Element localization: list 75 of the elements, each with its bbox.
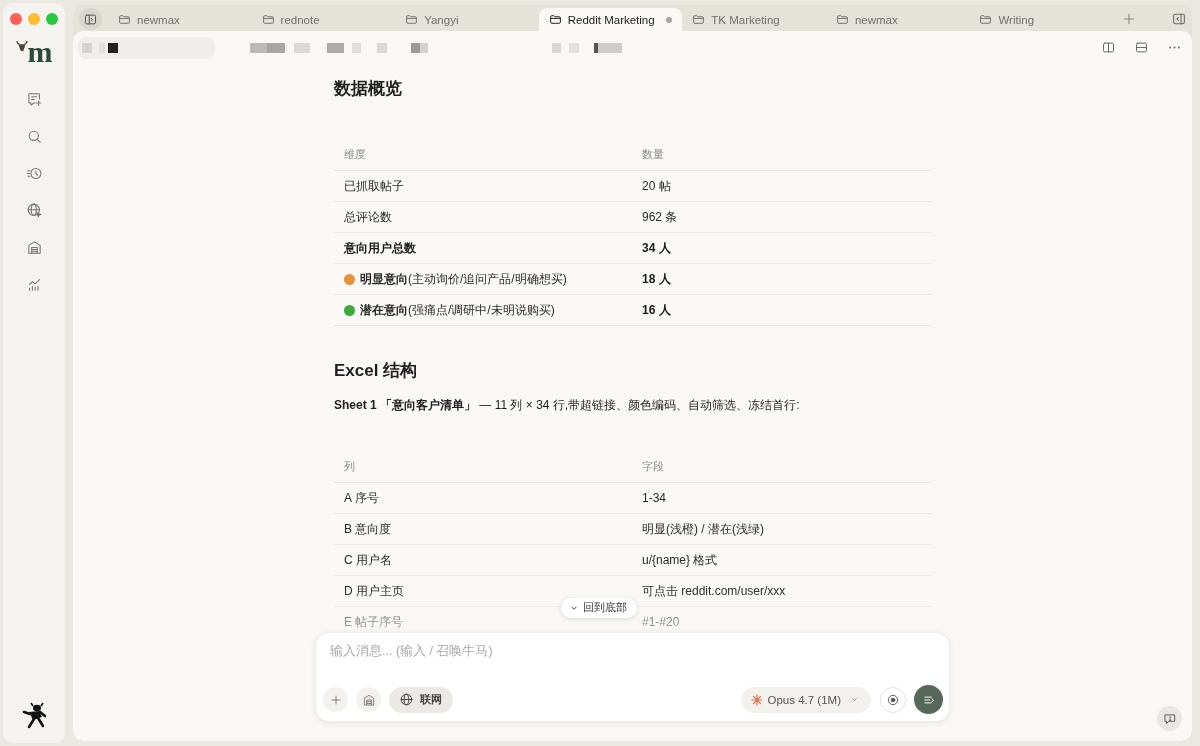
breadcrumb-pill[interactable] <box>78 36 215 59</box>
plus-icon <box>328 692 343 707</box>
globe-icon[interactable] <box>25 202 43 219</box>
warehouse-icon[interactable] <box>25 239 43 256</box>
folder-icon <box>548 13 562 26</box>
clock-icon[interactable] <box>25 165 43 182</box>
chat-plus-icon[interactable] <box>25 91 43 108</box>
folder-icon <box>405 13 419 26</box>
bull-head-icon <box>15 41 28 51</box>
tab[interactable]: newmax <box>108 8 252 31</box>
caret-icon <box>850 695 859 704</box>
column-header: 数量 <box>642 148 664 162</box>
table-cell: 962 条 <box>642 208 678 226</box>
tab[interactable]: Writing <box>969 8 1114 31</box>
record-button[interactable] <box>880 686 906 713</box>
message-input[interactable]: 输入消息... (输入 / 召唤牛马) <box>323 633 943 673</box>
send-button[interactable] <box>914 685 943 714</box>
folder-icon <box>118 13 131 26</box>
sparkle-icon <box>750 693 763 706</box>
warehouse-icon <box>361 692 376 707</box>
table-cell: 意向用户总数 <box>344 239 416 257</box>
running-mascot-icon[interactable] <box>20 702 48 730</box>
sidebar-toggle-button[interactable] <box>79 8 102 30</box>
table-cell: u/{name} 格式 <box>642 551 718 569</box>
folder-icon <box>979 13 993 26</box>
section-heading: 数据概览 <box>334 79 403 99</box>
tab[interactable]: rednote <box>251 8 396 31</box>
section-heading: Excel 结构 <box>334 361 419 381</box>
split-columns-icon[interactable] <box>1101 40 1116 55</box>
table-cell: 可点击 reddit.com/user/xxx <box>642 582 786 600</box>
table-cell: 16 人 <box>642 301 671 319</box>
folder-icon <box>835 13 849 26</box>
table-cell: #1-#20 <box>642 615 680 629</box>
zoom-window-icon[interactable] <box>46 13 58 25</box>
table-cell: 34 人 <box>642 239 671 257</box>
column-header: 字段 <box>642 460 664 474</box>
close-window-icon[interactable] <box>10 13 22 25</box>
library-button[interactable] <box>356 687 381 712</box>
table-cell: 明显(浅橙) / 潜在(浅绿) <box>642 520 764 538</box>
tab[interactable]: Reddit Marketing <box>538 8 683 31</box>
column-header: 维度 <box>344 148 366 162</box>
pixelated-redaction-drawing <box>552 42 622 53</box>
table-cell: 总评论数 <box>344 208 392 226</box>
split-rows-icon[interactable] <box>1134 40 1149 55</box>
sheet-description: Sheet 1 「意向客户清单」 — 11 列 × 34 行,带超链接、颜色编码、自动筛选、冻结首行: <box>334 398 800 412</box>
sidebar-toggle-icon <box>83 11 98 27</box>
folder-icon <box>261 13 275 26</box>
column-header: 列 <box>344 460 355 474</box>
table-cell: E 帖子序号 <box>344 613 404 631</box>
feedback-button[interactable] <box>1157 706 1182 731</box>
alert-bubble-icon <box>1162 711 1177 726</box>
table-cell: 明显意向(主动询价/追问产品/明确想买) <box>360 270 567 288</box>
pixelated-redaction-drawing <box>82 42 118 53</box>
table-cell: 潜在意向(强痛点/调研中/未明说购买) <box>360 301 555 319</box>
table-cell: D 用户主页 <box>344 582 404 600</box>
table-cell: A 序号 <box>344 489 379 507</box>
tab[interactable]: newmax <box>825 8 970 31</box>
right-panel-icon[interactable] <box>1171 11 1187 27</box>
folder-icon <box>692 13 706 26</box>
app-logo[interactable]: m <box>27 40 53 64</box>
table-cell: C 用户名 <box>344 551 392 569</box>
table-cell: 1-34 <box>642 491 667 505</box>
model-selector[interactable]: Opus 4.7 (1M) <box>740 686 871 713</box>
tab[interactable]: Yangyi <box>395 8 539 31</box>
add-button[interactable] <box>323 687 348 712</box>
circle-dot-icon <box>886 692 900 707</box>
message-composer[interactable]: 输入消息... (输入 / 召唤牛马) 联网 Opus 4.7 (1M) <box>315 632 950 722</box>
web-search-toggle[interactable]: 联网 <box>389 686 453 713</box>
table-cell: 20 帖 <box>642 177 671 195</box>
table-cell: 18 人 <box>642 270 671 288</box>
globe-icon <box>399 692 414 707</box>
tab[interactable]: TK Marketing <box>682 8 826 31</box>
table-cell: B 意向度 <box>344 520 392 538</box>
scroll-to-bottom-button[interactable]: 回到底部 <box>560 598 637 618</box>
table-cell: 已抓取帖子 <box>344 177 404 195</box>
